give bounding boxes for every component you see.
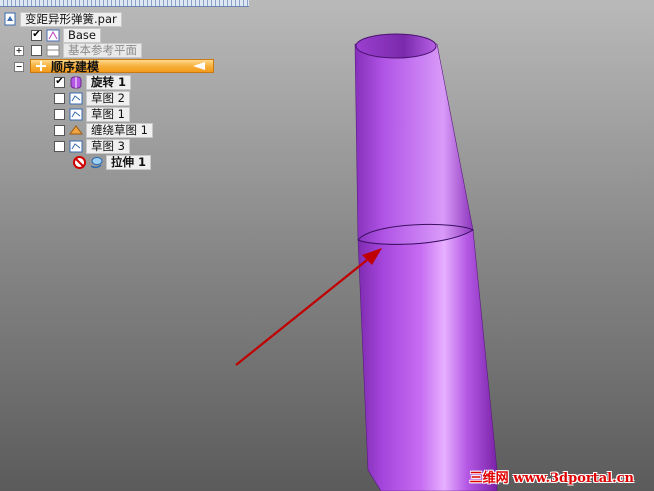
tube-opening xyxy=(355,33,437,59)
tree-item-wrap-sketch[interactable]: 缠绕草图 1 xyxy=(54,122,153,138)
annotation-arrow-line xyxy=(235,255,373,366)
tree-root[interactable]: 变距异形弹簧.par xyxy=(3,11,122,27)
checkbox[interactable] xyxy=(31,44,42,56)
ordered-modeling-icon xyxy=(34,60,48,73)
base-icon xyxy=(46,29,60,42)
tree-item-label: 基本参考平面 xyxy=(63,42,142,58)
revolve-icon xyxy=(69,76,83,89)
collapse-toggle[interactable]: − xyxy=(14,62,24,72)
reference-planes-icon xyxy=(46,44,60,57)
tree-item-sketch-1[interactable]: 草图 1 xyxy=(54,106,130,122)
tree-item-extrude[interactable]: 拉伸 1 xyxy=(72,154,152,170)
watermark-text: 三维网 www.3dportal.cn xyxy=(469,470,634,486)
lower-tube-body xyxy=(357,229,498,491)
checkbox[interactable] xyxy=(54,124,65,136)
tree-item-sketch-2[interactable]: 草图 2 xyxy=(54,90,130,106)
tree-item-sketch-3[interactable]: 草图 3 xyxy=(54,138,130,154)
error-icon xyxy=(72,155,86,169)
tree-item-base[interactable]: ✔ Base xyxy=(31,27,102,43)
tree-root-label: 变距异形弹簧.par xyxy=(20,11,122,27)
checkbox[interactable] xyxy=(54,140,65,152)
sketch-icon xyxy=(69,108,83,121)
feature-tree: 变距异形弹簧.par ✔ Base + 基本参考平面 − 顺序建模 ✔ 旋转 1… xyxy=(0,0,260,180)
wrap-sketch-icon xyxy=(69,124,83,137)
graphics-viewport[interactable]: 变距异形弹簧.par ✔ Base + 基本参考平面 − 顺序建模 ✔ 旋转 1… xyxy=(0,0,654,491)
tree-item-label: 旋转 1 xyxy=(86,74,132,90)
checkbox[interactable] xyxy=(54,92,65,104)
tree-item-revolve[interactable]: ✔ 旋转 1 xyxy=(54,74,132,90)
expand-toggle[interactable]: + xyxy=(14,46,24,56)
checkbox[interactable]: ✔ xyxy=(31,29,42,41)
tree-item-label: 缠绕草图 1 xyxy=(86,122,153,138)
upper-cone-body xyxy=(354,43,474,245)
sketch-icon xyxy=(69,140,83,153)
watermark: 三维网 www.3dportal.cn xyxy=(469,467,634,486)
checkbox[interactable] xyxy=(54,108,65,120)
tree-item-reference-planes[interactable]: 基本参考平面 xyxy=(31,42,142,58)
tree-item-label: Base xyxy=(63,27,102,43)
tree-item-label: 顺序建模 xyxy=(51,59,100,74)
part-document-icon xyxy=(3,12,17,26)
tree-item-ordered-modeling[interactable]: 顺序建模 xyxy=(34,59,100,74)
tree-item-label: 草图 1 xyxy=(86,106,130,122)
checkbox[interactable]: ✔ xyxy=(54,76,65,88)
tree-item-label: 草图 2 xyxy=(86,90,130,106)
rollback-marker-icon[interactable] xyxy=(193,62,205,70)
tree-item-label: 拉伸 1 xyxy=(106,154,152,170)
extrude-icon xyxy=(89,156,103,169)
sketch-icon xyxy=(69,92,83,105)
tree-item-label: 草图 3 xyxy=(86,138,130,154)
